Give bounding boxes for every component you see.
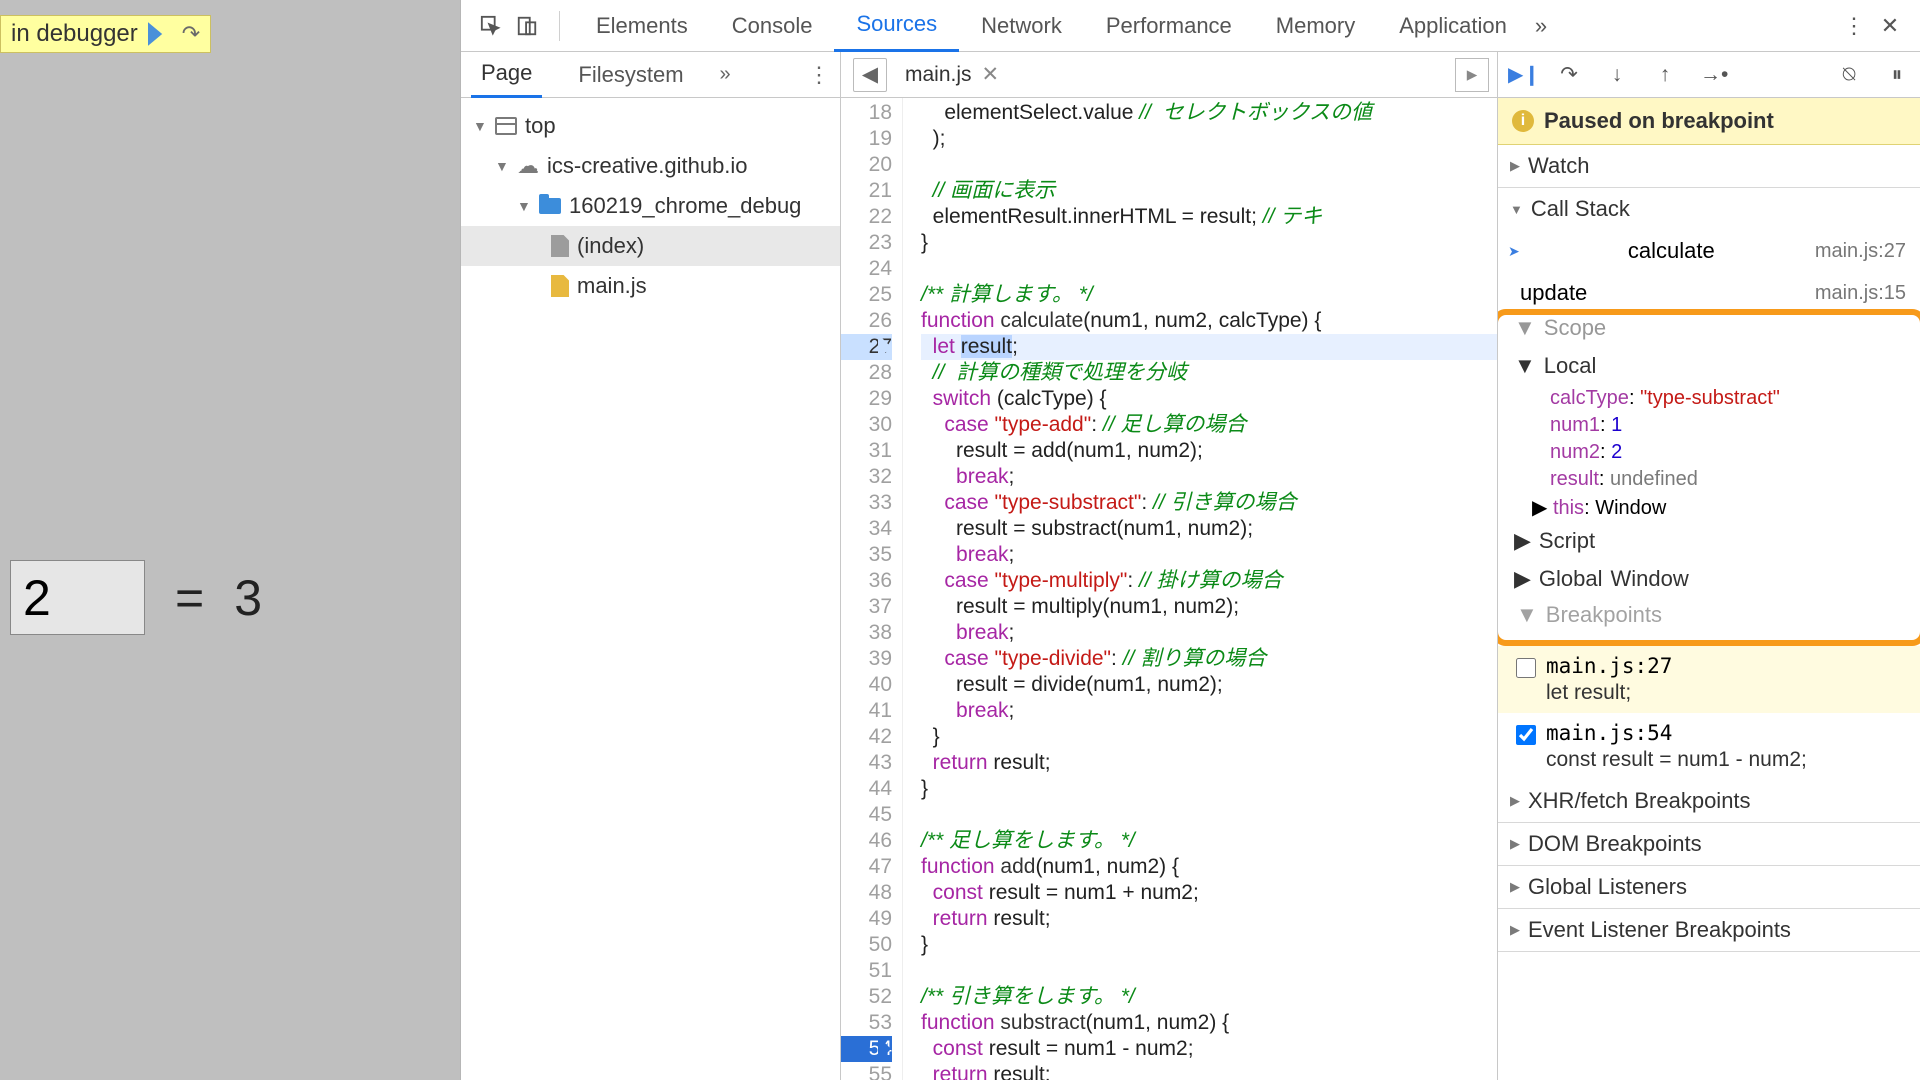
page-viewport: in debugger ↷ = 3 [0,0,460,1080]
nav-tab-page[interactable]: Page [471,52,542,98]
kebab-menu-icon[interactable]: ⋮ [1836,8,1872,44]
editor-tabs: ◀ main.js ✕ ▸ [841,52,1497,98]
tree-domain[interactable]: ▼☁ics-creative.github.io [461,146,840,186]
breakpoint-checkbox[interactable] [1516,725,1536,745]
watch-section[interactable]: ▶Watch [1498,145,1920,187]
overlay-step-icon[interactable]: ↷ [182,21,200,47]
navigator-pane: Page Filesystem » ⋮ ▼top ▼☁ics-creative.… [461,52,841,1080]
dom-breakpoints-section[interactable]: ▶DOM Breakpoints [1498,823,1920,865]
code-area[interactable]: elementSelect.value // セレクトボックスの値 ); // … [903,98,1497,1080]
step-icon[interactable]: →• [1700,63,1726,87]
calc-result: 3 [234,569,262,627]
scope-global[interactable]: ▶GlobalWindow [1504,560,1914,598]
device-toggle-icon[interactable] [509,8,545,44]
tab-network[interactable]: Network [959,0,1084,52]
close-devtools-icon[interactable]: ✕ [1872,8,1908,44]
callstack-section[interactable]: ▼Call Stack [1498,188,1920,230]
breakpoint-checkbox[interactable] [1516,658,1536,678]
equals-sign: = [175,569,204,627]
pause-on-exceptions-icon[interactable]: ⏸ [1884,63,1910,87]
stack-frame[interactable]: calculatemain.js:27 [1498,230,1920,272]
tree-top[interactable]: ▼top [461,106,840,146]
nav-kebab-icon[interactable]: ⋮ [808,62,830,88]
scope-highlight-box: ▼Scope ▼Local calcType: "type-substract"… [1498,309,1920,646]
debugger-pane: ▶❙ ↷ ↓ ↑ →• ⍉ ⏸ i Paused on breakpoint ▶… [1498,52,1920,1080]
scope-script[interactable]: ▶Script [1504,522,1914,560]
divider [559,11,560,41]
frame-icon [495,117,517,135]
var-num2[interactable]: num2: 2 [1550,439,1914,466]
nav-tab-filesystem[interactable]: Filesystem [568,52,693,98]
close-tab-icon[interactable]: ✕ [982,62,1000,87]
step-out-icon[interactable]: ↑ [1652,63,1678,87]
code-editor[interactable]: 1819202122232425262728293031323334353637… [841,98,1497,1080]
tab-memory[interactable]: Memory [1254,0,1377,52]
breakpoint-row[interactable]: main.js:27let result; [1498,646,1920,713]
resume-icon[interactable]: ▶❙ [1508,62,1534,87]
tree-file-index[interactable]: (index) [461,226,840,266]
step-into-icon[interactable]: ↓ [1604,63,1630,87]
breakpoints-section-peek[interactable]: ▼Breakpoints [1504,598,1914,632]
devtools-tabbar: Elements Console Sources Network Perform… [461,0,1920,52]
stack-frame[interactable]: updatemain.js:15 [1498,272,1920,314]
xhr-breakpoints-section[interactable]: ▶XHR/fetch Breakpoints [1498,780,1920,822]
scope-section[interactable]: ▼Scope [1504,309,1914,347]
tree-file-mainjs[interactable]: main.js [461,266,840,306]
calculator-form: = 3 [10,560,262,635]
debugger-sections: ▶Watch ▼Call Stack calculatemain.js:27up… [1498,145,1920,1080]
paused-overlay: in debugger ↷ [0,15,211,53]
tree-folder[interactable]: ▼160219_chrome_debug [461,186,840,226]
paused-text: Paused on breakpoint [1544,108,1774,134]
editor-tab-mainjs[interactable]: main.js ✕ [891,52,1013,98]
file-icon [551,235,569,257]
devtools-panel: Elements Console Sources Network Perform… [460,0,1920,1080]
tab-console[interactable]: Console [710,0,835,52]
overlay-resume-icon[interactable] [148,22,172,46]
tab-performance[interactable]: Performance [1084,0,1254,52]
editor-pane: ◀ main.js ✕ ▸ 18192021222324252627282930… [841,52,1498,1080]
tab-application[interactable]: Application [1377,0,1529,52]
paused-banner: i Paused on breakpoint [1498,98,1920,145]
deactivate-breakpoints-icon[interactable]: ⍉ [1836,63,1862,87]
editor-tab-label: main.js [905,63,972,87]
breakpoint-row[interactable]: main.js:54const result = num1 - num2; [1498,713,1920,780]
step-over-icon[interactable]: ↷ [1556,62,1582,87]
cloud-icon: ☁ [517,153,539,179]
var-calcType[interactable]: calcType: "type-substract" [1550,385,1914,412]
tab-elements[interactable]: Elements [574,0,710,52]
tab-sources[interactable]: Sources [834,0,959,52]
js-file-icon [551,275,569,297]
folder-icon [539,198,561,214]
paused-overlay-text: in debugger [11,20,138,48]
var-this[interactable]: ▶ this: Window [1550,493,1914,522]
editor-run-icon[interactable]: ▸ [1455,58,1489,92]
var-num1[interactable]: num1: 1 [1550,412,1914,439]
file-tree: ▼top ▼☁ics-creative.github.io ▼160219_ch… [461,98,840,1080]
inspect-icon[interactable] [473,8,509,44]
global-listeners-section[interactable]: ▶Global Listeners [1498,866,1920,908]
navigator-tabs: Page Filesystem » ⋮ [461,52,840,98]
scope-local[interactable]: ▼Local [1504,347,1914,385]
line-gutter[interactable]: 1819202122232425262728293031323334353637… [841,98,903,1080]
var-result[interactable]: result: undefined [1550,466,1914,493]
nav-tabs-overflow-icon[interactable]: » [720,63,731,86]
event-listener-bp-section[interactable]: ▶Event Listener Breakpoints [1498,909,1920,951]
info-icon: i [1512,110,1534,132]
num2-input[interactable] [10,560,145,635]
editor-nav-back-icon[interactable]: ◀ [853,58,887,92]
debugger-toolbar: ▶❙ ↷ ↓ ↑ →• ⍉ ⏸ [1498,52,1920,98]
tabs-overflow-icon[interactable]: » [1535,13,1547,39]
